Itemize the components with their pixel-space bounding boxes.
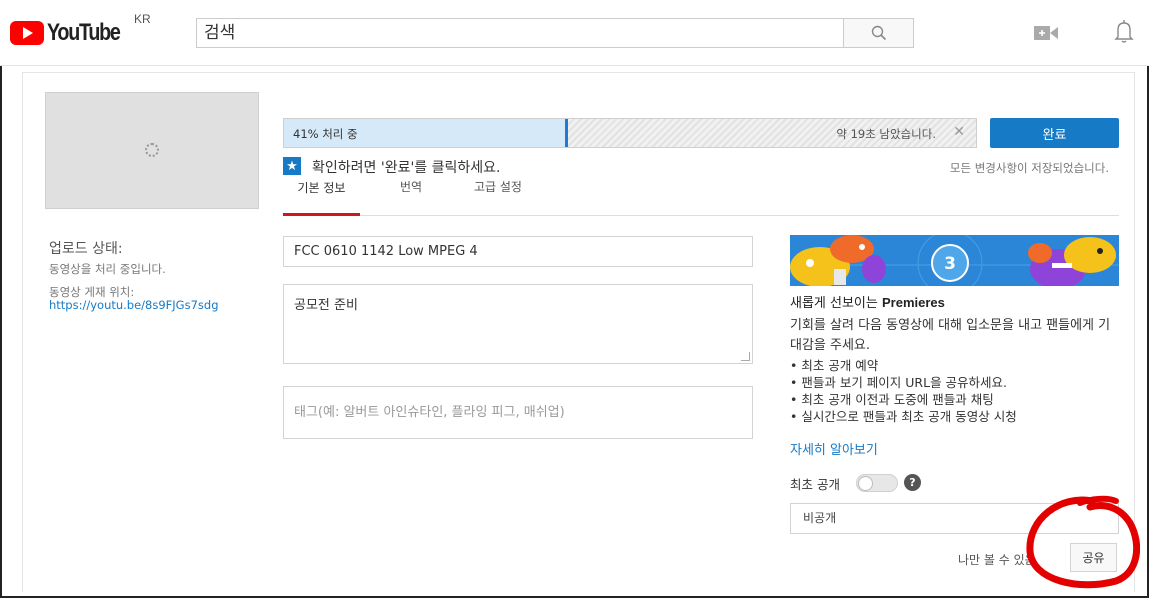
cancel-upload-icon[interactable]: ✕ <box>953 124 965 140</box>
upload-video-button[interactable] <box>1034 23 1058 43</box>
processing-progress-bar: 41% 처리 중 약 19초 남았습니다. ✕ <box>283 118 977 148</box>
tab-advanced-settings[interactable]: 고급 설정 <box>468 178 528 216</box>
tags-input[interactable]: 태그(예: 알버트 아인슈타인, 플라잉 피그, 매쉬업) <box>283 386 753 439</box>
notifications-button[interactable] <box>1112 18 1136 46</box>
list-item: 최초 공개 예약 <box>790 357 1120 374</box>
premieres-title-prefix: 새롭게 선보이는 <box>790 296 882 311</box>
privacy-hint: 나만 볼 수 있음 <box>958 551 1036 568</box>
learn-more-link[interactable]: 자세히 알아보기 <box>790 439 878 458</box>
saved-status: 모든 변경사항이 저장되었습니다. <box>949 161 1109 175</box>
youtube-logo[interactable]: YouTube KR <box>10 12 151 48</box>
premieres-feature-list: 최초 공개 예약 팬들과 보기 페이지 URL을 공유하세요. 최초 공개 이전… <box>790 357 1120 425</box>
resize-handle-icon[interactable] <box>741 352 750 361</box>
premieres-title: 새롭게 선보이는 Premieres <box>790 292 945 311</box>
premiere-countdown-number: 3 <box>944 254 956 274</box>
search-icon <box>871 25 886 41</box>
video-thumbnail <box>45 92 259 209</box>
premieres-illustration: 3 <box>790 235 1119 286</box>
processing-status: 동영상을 처리 중입니다. <box>49 262 166 276</box>
search-button[interactable] <box>843 18 914 48</box>
top-bar: YouTube KR 검색 <box>0 0 1149 66</box>
title-input[interactable]: FCC 0610 1142 Low MPEG 4 <box>283 236 753 267</box>
loading-spinner-icon <box>145 143 159 157</box>
logo-text: YouTube <box>47 19 121 46</box>
privacy-select[interactable]: 비공개 <box>790 503 1119 534</box>
upload-status-label: 업로드 상태: <box>49 241 123 257</box>
region-label: KR <box>134 12 151 26</box>
tab-translation[interactable]: 번역 <box>389 178 433 216</box>
list-item: 최초 공개 이전과 도중에 팬들과 채팅 <box>790 391 1120 408</box>
star-icon: ★ <box>283 157 301 175</box>
premieres-title-bold: Premieres <box>882 295 945 310</box>
premieres-banner: 3 <box>790 235 1119 286</box>
video-camera-icon <box>1034 26 1058 40</box>
help-icon[interactable]: ? <box>904 474 921 491</box>
description-input[interactable]: 공모전 준비 <box>283 284 753 364</box>
description-text: 공모전 준비 <box>294 298 358 313</box>
premiere-toggle-label: 최초 공개 <box>790 477 840 492</box>
video-url-link[interactable]: https://youtu.be/8s9FJGs7sdg <box>49 298 219 312</box>
tab-basic-info[interactable]: 기본 정보 <box>283 178 360 216</box>
toggle-knob <box>858 476 873 491</box>
bell-icon <box>1114 20 1134 43</box>
time-remaining: 약 19초 남았습니다. <box>836 127 936 141</box>
premieres-description: 기회를 살려 다음 동영상에 대해 입소문을 내고 팬들에게 기대감을 주세요. <box>790 318 1111 353</box>
share-button[interactable]: 공유 <box>1070 543 1117 572</box>
list-item: 실시간으로 팬들과 최초 공개 동영상 시청 <box>790 408 1120 425</box>
tab-bar: 기본 정보 번역 고급 설정 <box>283 178 1119 216</box>
confirm-notice: 확인하려면 '완료'를 클릭하세요. <box>312 160 501 176</box>
progress-label: 41% 처리 중 <box>293 127 358 141</box>
premiere-toggle[interactable] <box>856 474 898 492</box>
list-item: 팬들과 보기 페이지 URL을 공유하세요. <box>790 374 1120 391</box>
search-input[interactable]: 검색 <box>196 18 844 48</box>
play-logo-icon <box>10 21 44 45</box>
done-button[interactable]: 완료 <box>990 118 1119 148</box>
